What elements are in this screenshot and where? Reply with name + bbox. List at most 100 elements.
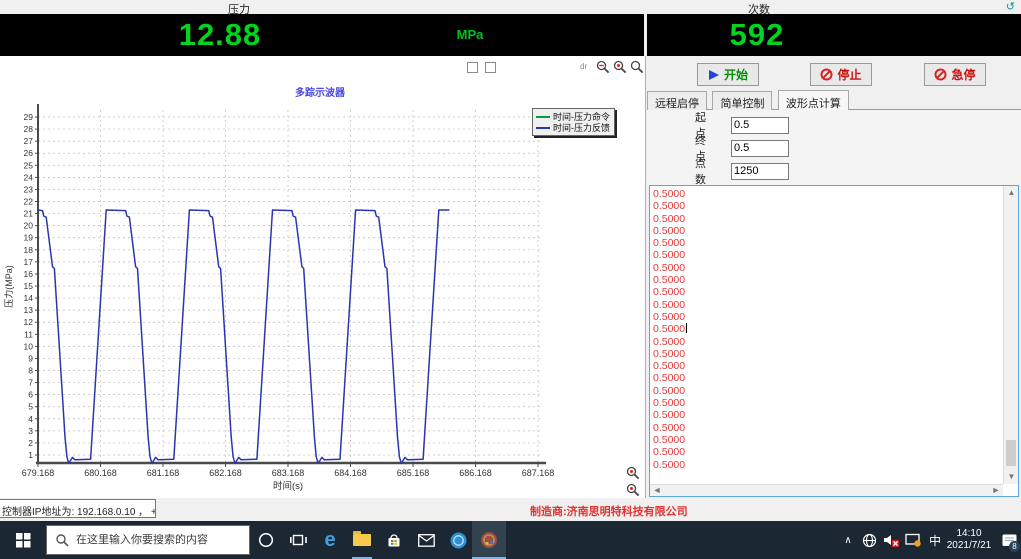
waveform-value-row[interactable]: 0.5000 — [653, 336, 1003, 348]
svg-text:18: 18 — [24, 245, 34, 255]
waveform-value-row[interactable]: 0.5000 — [653, 299, 1003, 311]
scroll-down-arrow-icon[interactable]: ▼ — [1004, 470, 1019, 484]
chart-toolbar: dr — [0, 56, 645, 78]
tab-strip: 远程启停 简单控制 波形点计算 — [647, 90, 1021, 110]
vertical-scroll-thumb[interactable] — [1006, 440, 1016, 466]
trace-checkbox-1[interactable] — [467, 62, 478, 73]
waveform-value-row[interactable]: 0.5000 — [653, 360, 1003, 372]
svg-text:23: 23 — [24, 184, 34, 194]
zoom-out-icon-bottom[interactable] — [626, 483, 641, 498]
start-button-label: 开始 — [724, 66, 748, 83]
zoom-point-icon[interactable] — [613, 60, 628, 75]
display-notification-icon[interactable] — [903, 521, 923, 559]
point-count-input[interactable] — [731, 163, 789, 180]
taskbar-clock[interactable]: 14:10 2021/7/21 — [941, 521, 997, 559]
series-1-line — [38, 210, 449, 463]
store-bag-icon — [386, 533, 402, 548]
undo-icon[interactable]: ↺ — [1006, 0, 1015, 13]
tab-waveform-point-calc[interactable]: 波形点计算 — [778, 90, 849, 110]
waveform-value-row[interactable]: 0.5000 — [653, 348, 1003, 360]
svg-text:26: 26 — [24, 148, 34, 158]
waveform-value-row[interactable]: 0.5000 — [653, 434, 1003, 446]
trace-checkbox-2[interactable] — [485, 62, 496, 73]
svg-text:1: 1 — [28, 450, 33, 460]
start-button[interactable]: 开始 — [697, 63, 759, 86]
waveform-value-row[interactable]: 0.5000 — [653, 262, 1003, 274]
zoom-out-icon[interactable] — [596, 60, 611, 75]
vertical-scrollbar[interactable]: ▲ ▼ — [1003, 186, 1018, 484]
browser-button[interactable] — [442, 521, 474, 559]
task-view-button[interactable] — [282, 521, 314, 559]
waveform-value-row[interactable]: 0.5000 — [653, 249, 1003, 261]
folder-icon — [353, 534, 371, 546]
waveform-value-row[interactable]: 0.5000 — [653, 446, 1003, 458]
file-explorer-button[interactable] — [346, 521, 378, 559]
chart-legend: 时间-压力命令 时间-压力反馈 — [532, 108, 615, 136]
svg-text:6: 6 — [28, 390, 33, 400]
waveform-value-row[interactable]: 0.5000 — [653, 372, 1003, 384]
svg-text:2: 2 — [28, 438, 33, 448]
svg-text:25: 25 — [24, 160, 34, 170]
zoom-point-icon-bottom[interactable] — [626, 466, 641, 481]
svg-text:24: 24 — [24, 172, 34, 182]
tab-simple-control[interactable]: 简单控制 — [712, 91, 772, 110]
oscilloscope-chart[interactable]: 679.168680.168681.168682.168683.168684.1… — [0, 78, 646, 498]
svg-text:14: 14 — [24, 293, 34, 303]
clock-date: 2021/7/21 — [947, 540, 992, 552]
waveform-value-row[interactable]: 0.5000 — [653, 409, 1003, 421]
search-input[interactable] — [76, 534, 249, 546]
cortana-icon — [258, 532, 274, 548]
play-icon — [708, 69, 720, 81]
top-label-strip: 压力 次数 ↺ — [0, 0, 1021, 14]
svg-text:19: 19 — [24, 233, 34, 243]
waveform-value-row[interactable]: 0.5000 — [653, 311, 1003, 323]
manufacturer-label: 制造商:济南思明特科技有限公司 — [530, 503, 688, 519]
svg-text:3: 3 — [28, 426, 33, 436]
waveform-value-row[interactable]: 0.5000 — [653, 385, 1003, 397]
svg-text:4: 4 — [28, 414, 33, 424]
volume-muted-icon[interactable] — [881, 521, 901, 559]
waveform-values-listbox[interactable]: 0.50000.50000.50000.50000.50000.50000.50… — [649, 185, 1019, 497]
waveform-value-row[interactable]: 0.5000 — [653, 323, 1003, 335]
blue-globe-icon — [450, 532, 467, 549]
active-app-button[interactable] — [472, 521, 506, 559]
waveform-value-row[interactable]: 0.5000 — [653, 200, 1003, 212]
taskbar-search-box[interactable] — [46, 525, 250, 555]
text-caret — [686, 323, 687, 333]
start-menu-button[interactable] — [0, 521, 46, 559]
status-strip: 控制器IP地址为: 192.168.0.10 ， +端口52205 制造商:济南… — [0, 498, 1021, 521]
mail-button[interactable] — [410, 521, 442, 559]
svg-text:29: 29 — [24, 112, 34, 122]
zoom-in-icon[interactable] — [630, 60, 645, 75]
scroll-right-arrow-icon[interactable]: ► — [989, 485, 1003, 497]
network-globe-icon[interactable] — [859, 521, 879, 559]
svg-text:15: 15 — [24, 281, 34, 291]
stop-button[interactable]: 停止 — [810, 63, 872, 86]
waveform-value-row[interactable]: 0.5000 — [653, 422, 1003, 434]
y-axis-label: 压力(MPa) — [3, 265, 14, 308]
end-point-input[interactable] — [731, 140, 789, 157]
edge-browser-button[interactable]: e — [314, 521, 346, 559]
scroll-up-arrow-icon[interactable]: ▲ — [1004, 186, 1019, 200]
microsoft-store-button[interactable] — [378, 521, 410, 559]
waveform-value-row[interactable]: 0.5000 — [653, 225, 1003, 237]
waveform-value-row[interactable]: 0.5000 — [653, 188, 1003, 200]
waveform-value-row[interactable]: 0.5000 — [653, 397, 1003, 409]
waveform-value-row[interactable]: 0.5000 — [653, 459, 1003, 471]
point-count-label: 点 数 — [695, 155, 723, 187]
tray-expand-chevron-icon[interactable]: ∧ — [839, 521, 857, 559]
tab-remote-startstop[interactable]: 远程启停 — [647, 91, 707, 110]
pressure-value: 12.88 — [120, 17, 320, 53]
start-point-input[interactable] — [731, 117, 789, 134]
horizontal-scrollbar[interactable]: ◄ ► — [650, 484, 1003, 496]
chart-grid — [38, 110, 542, 463]
cortana-button[interactable] — [250, 521, 282, 559]
waveform-value-row[interactable]: 0.5000 — [653, 274, 1003, 286]
scroll-left-arrow-icon[interactable]: ◄ — [650, 485, 664, 497]
svg-text:17: 17 — [24, 257, 34, 267]
waveform-value-row[interactable]: 0.5000 — [653, 286, 1003, 298]
waveform-value-row[interactable]: 0.5000 — [653, 237, 1003, 249]
emergency-stop-button[interactable]: 急停 — [924, 63, 986, 86]
action-center-button[interactable]: 8 — [999, 521, 1019, 559]
waveform-value-row[interactable]: 0.5000 — [653, 213, 1003, 225]
